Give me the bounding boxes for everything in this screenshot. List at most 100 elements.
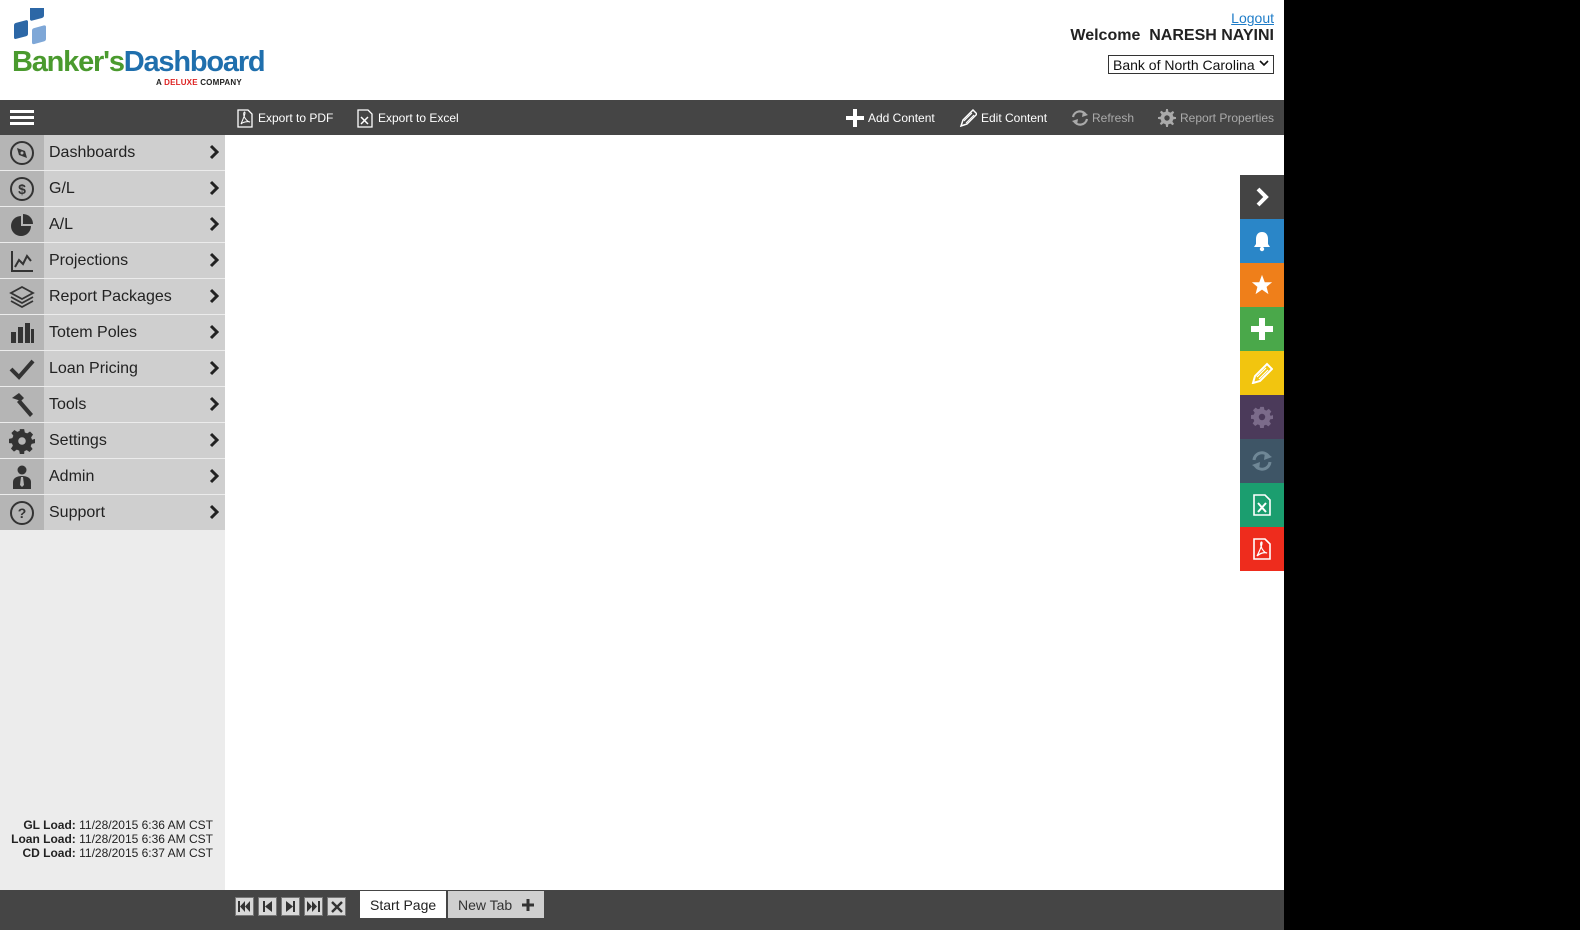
skip-last-icon [307,901,320,912]
question-circle-icon: ? [0,495,44,530]
sidebar-item-label: Admin [49,467,95,485]
edit-content-button[interactable]: Edit Content [959,107,1047,129]
pdf-icon [1253,538,1271,560]
chevron-right-icon [209,504,219,520]
load-status: GL Load: 11/28/2015 6:36 AM CST Loan Loa… [0,818,213,860]
bank-select[interactable]: Bank of North Carolina [1108,55,1274,74]
sidebar-item-label: Dashboards [49,143,136,161]
svg-text:?: ? [18,505,27,521]
sidebar-nav: Dashboards $ G/L A/L Projections Report Packa… [0,135,225,530]
sidebar-item-label: Projections [49,251,129,269]
logo-wordmark: Banker'sDashboard [12,46,266,78]
sidebar-item-settings[interactable]: Settings [0,423,225,458]
sidebar-item-dashboards[interactable]: Dashboards [0,135,225,170]
pie-chart-icon [0,207,44,242]
plus-icon [846,108,864,128]
star-icon [1251,274,1273,296]
pen-icon [1251,362,1273,384]
next-tab-button[interactable] [281,897,300,916]
chevron-right-icon [209,468,219,484]
sidebar-item-label: Settings [49,431,107,449]
sidebar-item-label: Loan Pricing [49,359,138,377]
sidebar-item-g-l[interactable]: $ G/L [0,171,225,206]
sidebar: Dashboards $ G/L A/L Projections Report Packa… [0,135,225,890]
bankers-dashboard-logo: Banker'sDashboard A DELUXE COMPANY [10,8,266,90]
export-excel-button[interactable]: Export to Excel [356,107,459,129]
sidebar-item-label: A/L [49,215,74,233]
sidebar-item-tools[interactable]: Tools [0,387,225,422]
logo-squares-icon [14,8,46,45]
close-tab-button[interactable] [327,897,346,916]
rail-button-pdf[interactable] [1240,527,1284,571]
line-chart-icon [0,243,44,278]
rail-button-chevron-right[interactable] [1240,175,1284,219]
bell-icon [1252,230,1272,252]
add-content-label: Add Content [868,111,935,125]
sidebar-item-totem-poles[interactable]: Totem Poles [0,315,225,350]
sidebar-item-support[interactable]: ? Support [0,495,225,530]
export-pdf-button[interactable]: Export to PDF [236,107,333,129]
welcome-message: Welcome NARESH NAYINI [1070,27,1274,44]
close-icon [330,900,343,913]
rail-button-pen[interactable] [1240,351,1284,395]
tab-new-tab[interactable]: New Tab [448,891,545,918]
tab-start-page-label: Start Page [370,896,437,913]
sidebar-item-report-packages[interactable]: Report Packages [0,279,225,314]
rail-button-bell[interactable] [1240,219,1284,263]
bank-select-value: Bank of North Carolina [1113,56,1255,73]
chevron-right-icon [209,216,219,232]
gl-load-line: GL Load: 11/28/2015 6:36 AM CST [23,818,213,832]
chevron-right-icon [209,360,219,376]
refresh-icon [1250,450,1274,472]
layers-icon [0,279,44,314]
chevron-right-icon [209,180,219,196]
chevron-right-icon [209,396,219,412]
svg-text:$: $ [18,181,26,197]
pen-icon [959,108,977,128]
last-tab-button[interactable] [304,897,323,916]
main-content-area [225,135,1284,890]
excel-icon [1253,494,1271,516]
step-forward-icon [286,901,295,912]
sidebar-item-a-l[interactable]: A/L [0,207,225,242]
refresh-label: Refresh [1092,111,1135,125]
gear-icon [1251,406,1273,428]
rail-button-refresh[interactable] [1240,439,1284,483]
chevron-right-icon [209,432,219,448]
chevron-down-icon [1259,60,1269,67]
checkmark-icon [0,351,44,386]
hamburger-menu-icon[interactable] [10,110,34,126]
report-properties-label: Report Properties [1180,111,1275,125]
sidebar-item-projections[interactable]: Projections [0,243,225,278]
header: Banker'sDashboard A DELUXE COMPANY Logou… [0,0,1284,100]
first-tab-button[interactable] [235,897,254,916]
sidebar-item-loan-pricing[interactable]: Loan Pricing [0,351,225,386]
logout-link[interactable]: Logout [1231,10,1274,26]
chevron-right-icon [209,144,219,160]
step-back-icon [263,901,272,912]
sidebar-item-label: Tools [49,395,87,413]
dollar-circle-icon: $ [0,171,44,206]
sidebar-item-label: Report Packages [49,287,172,305]
bar-chart-icon [0,315,44,350]
rail-button-gear[interactable] [1240,395,1284,439]
previous-tab-button[interactable] [258,897,277,916]
excel-file-icon [356,108,374,128]
sidebar-item-admin[interactable]: Admin [0,459,225,494]
toolbar: Export to PDF Export to Excel Add Conten… [0,100,1284,135]
plus-icon [1251,318,1273,340]
hammer-icon [0,387,44,422]
rail-button-star[interactable] [1240,263,1284,307]
chevron-right-icon [1254,187,1270,207]
pdf-file-icon [236,108,254,128]
loan-load-line: Loan Load: 11/28/2015 6:36 AM CST [11,832,213,846]
rail-button-excel[interactable] [1240,483,1284,527]
refresh-button[interactable]: Refresh [1070,107,1134,129]
plus-icon [522,898,535,911]
rail-button-plus[interactable] [1240,307,1284,351]
user-tie-icon [0,459,44,494]
export-pdf-label: Export to PDF [258,111,334,125]
report-properties-button[interactable]: Report Properties [1158,107,1274,129]
tab-start-page[interactable]: Start Page [360,891,447,918]
add-content-button[interactable]: Add Content [846,107,935,129]
